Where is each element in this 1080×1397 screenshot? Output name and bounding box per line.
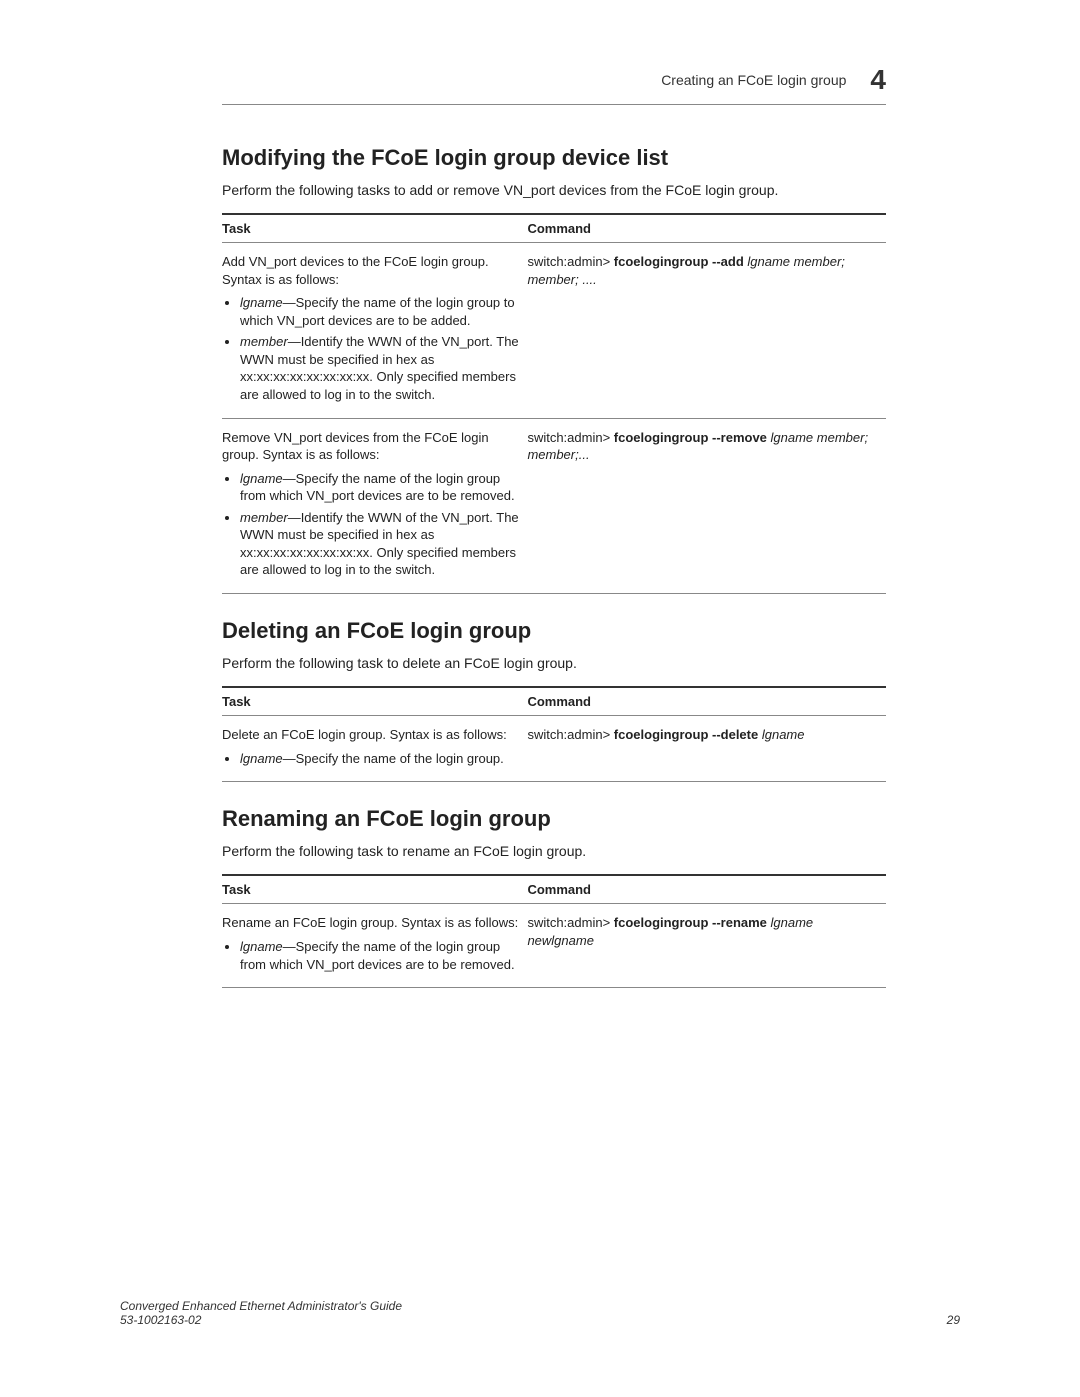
running-title: Creating an FCoE login group bbox=[661, 72, 846, 88]
list-item: member—Identify the WWN of the VN_port. … bbox=[240, 333, 519, 403]
chapter-number: 4 bbox=[870, 64, 886, 96]
cmd-bold: fcoelogingroup --remove bbox=[614, 430, 767, 445]
section-intro-delete: Perform the following task to delete an … bbox=[222, 654, 886, 672]
table-header-command: Command bbox=[527, 875, 886, 904]
bullet-list: lgname—Specify the name of the login gro… bbox=[222, 294, 519, 403]
task-lead: Delete an FCoE login group. Syntax is as… bbox=[222, 727, 507, 742]
task-lead: Rename an FCoE login group. Syntax is as… bbox=[222, 915, 518, 930]
table-row: Delete an FCoE login group. Syntax is as… bbox=[222, 716, 886, 782]
bullet-desc: —Specify the name of the login group. bbox=[283, 751, 504, 766]
table-rename: Task Command Rename an FCoE login group.… bbox=[222, 874, 886, 988]
list-item: lgname—Specify the name of the login gro… bbox=[240, 938, 519, 973]
command-cell: switch:admin> fcoelogingroup --rename lg… bbox=[527, 904, 886, 988]
command-cell: switch:admin> fcoelogingroup --remove lg… bbox=[527, 418, 886, 593]
section-title-delete: Deleting an FCoE login group bbox=[222, 618, 886, 644]
list-item: lgname—Specify the name of the login gro… bbox=[240, 750, 519, 768]
bullet-term: lgname bbox=[240, 751, 283, 766]
table-delete: Task Command Delete an FCoE login group.… bbox=[222, 686, 886, 782]
section-intro-rename: Perform the following task to rename an … bbox=[222, 842, 886, 860]
bullet-term: member bbox=[240, 334, 288, 349]
table-row: Add VN_port devices to the FCoE login gr… bbox=[222, 243, 886, 418]
list-item: lgname—Specify the name of the login gro… bbox=[240, 470, 519, 505]
task-cell: Remove VN_port devices from the FCoE log… bbox=[222, 418, 527, 593]
task-lead: Add VN_port devices to the FCoE login gr… bbox=[222, 254, 489, 287]
table-row: Rename an FCoE login group. Syntax is as… bbox=[222, 904, 886, 988]
bullet-list: lgname—Specify the name of the login gro… bbox=[222, 938, 519, 973]
table-header-task: Task bbox=[222, 214, 527, 243]
list-item: lgname—Specify the name of the login gro… bbox=[240, 294, 519, 329]
footer-page-number: 29 bbox=[947, 1313, 960, 1327]
cmd-bold: fcoelogingroup --add bbox=[614, 254, 744, 269]
bullet-term: member bbox=[240, 510, 288, 525]
footer-left: Converged Enhanced Ethernet Administrato… bbox=[120, 1299, 402, 1327]
task-cell: Delete an FCoE login group. Syntax is as… bbox=[222, 716, 527, 782]
task-cell: Rename an FCoE login group. Syntax is as… bbox=[222, 904, 527, 988]
task-lead: Remove VN_port devices from the FCoE log… bbox=[222, 430, 489, 463]
list-item: member—Identify the WWN of the VN_port. … bbox=[240, 509, 519, 579]
bullet-term: lgname bbox=[240, 939, 283, 954]
cmd-tail: lgname bbox=[758, 727, 804, 742]
command-cell: switch:admin> fcoelogingroup --add lgnam… bbox=[527, 243, 886, 418]
header-rule bbox=[222, 104, 886, 105]
page-content: Creating an FCoE login group 4 Modifying… bbox=[0, 0, 1080, 988]
cmd-prefix: switch:admin> bbox=[527, 727, 613, 742]
bullet-list: lgname—Specify the name of the login gro… bbox=[222, 470, 519, 579]
command-cell: switch:admin> fcoelogingroup --delete lg… bbox=[527, 716, 886, 782]
page-footer: Converged Enhanced Ethernet Administrato… bbox=[120, 1299, 960, 1327]
footer-doc-number: 53-1002163-02 bbox=[120, 1313, 402, 1327]
cmd-bold: fcoelogingroup --rename bbox=[614, 915, 767, 930]
table-header-command: Command bbox=[527, 214, 886, 243]
bullet-list: lgname—Specify the name of the login gro… bbox=[222, 750, 519, 768]
cmd-prefix: switch:admin> bbox=[527, 254, 613, 269]
table-header-task: Task bbox=[222, 687, 527, 716]
table-row: Remove VN_port devices from the FCoE log… bbox=[222, 418, 886, 593]
bullet-term: lgname bbox=[240, 295, 283, 310]
cmd-prefix: switch:admin> bbox=[527, 915, 613, 930]
cmd-prefix: switch:admin> bbox=[527, 430, 613, 445]
footer-doc-title: Converged Enhanced Ethernet Administrato… bbox=[120, 1299, 402, 1313]
running-header: Creating an FCoE login group 4 bbox=[222, 64, 886, 96]
bullet-term: lgname bbox=[240, 471, 283, 486]
table-header-command: Command bbox=[527, 687, 886, 716]
task-cell: Add VN_port devices to the FCoE login gr… bbox=[222, 243, 527, 418]
cmd-bold: fcoelogingroup --delete bbox=[614, 727, 758, 742]
table-modify: Task Command Add VN_port devices to the … bbox=[222, 213, 886, 594]
section-title-rename: Renaming an FCoE login group bbox=[222, 806, 886, 832]
table-header-task: Task bbox=[222, 875, 527, 904]
section-title-modify: Modifying the FCoE login group device li… bbox=[222, 145, 886, 171]
section-intro-modify: Perform the following tasks to add or re… bbox=[222, 181, 886, 199]
